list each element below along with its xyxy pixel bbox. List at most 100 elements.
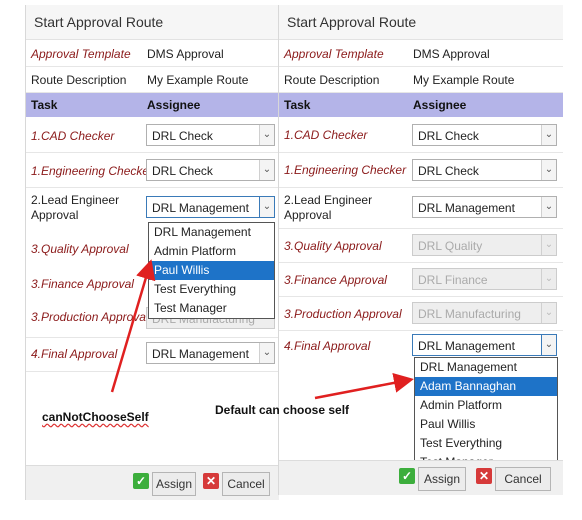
- assignee-select: DRL Finance ⌄: [412, 268, 557, 290]
- assignee-column-header: Assignee: [413, 98, 467, 112]
- task-column-header: Task: [31, 98, 58, 112]
- dropdown-option[interactable]: DRL Management: [415, 358, 557, 377]
- task-label: 3.Finance Approval: [31, 277, 134, 291]
- task-row: 1.Engineering Checker DRL Check ⌄: [26, 153, 279, 188]
- assignee-select-value: DRL Management: [418, 339, 515, 353]
- route-description-label: Route Description: [31, 73, 127, 87]
- dropdown-option[interactable]: Test Everything: [415, 434, 557, 453]
- assignee-select-value: DRL Check: [152, 129, 213, 143]
- task-label-line2: Approval: [284, 208, 332, 222]
- dropdown-option[interactable]: Paul Willis: [415, 415, 557, 434]
- approval-template-value: DMS Approval: [413, 47, 490, 61]
- task-row: 2.Lead Engineer Approval DRL Management …: [279, 188, 563, 229]
- chevron-down-icon: ⌄: [541, 335, 556, 355]
- assignee-select-value: DRL Finance: [418, 273, 488, 287]
- panel-footer: ✓ Assign ✕ Cancel: [279, 460, 563, 495]
- assignee-select[interactable]: DRL Check ⌄: [412, 124, 557, 146]
- cancel-button[interactable]: Cancel: [495, 467, 551, 491]
- check-icon[interactable]: ✓: [399, 468, 415, 484]
- assignee-select-value: DRL Management: [152, 347, 249, 361]
- panel-title: Start Approval Route: [279, 5, 563, 40]
- task-label: 1.Engineering Checker: [31, 164, 154, 178]
- route-description-label: Route Description: [284, 73, 380, 87]
- assignee-select[interactable]: DRL Management ⌄: [412, 196, 557, 218]
- chevron-down-icon: ⌄: [541, 235, 556, 255]
- approval-template-row: Approval Template DMS Approval: [26, 40, 279, 67]
- chevron-down-icon: ⌄: [259, 197, 274, 217]
- assignee-select[interactable]: DRL Management ⌄: [146, 342, 275, 364]
- task-row: 1.CAD Checker DRL Check ⌄: [26, 118, 279, 153]
- assign-button[interactable]: Assign: [152, 472, 196, 496]
- assignee-select-value: DRL Management: [418, 201, 515, 215]
- chevron-down-icon: ⌄: [541, 303, 556, 323]
- task-row: 1.Engineering Checker DRL Check ⌄: [279, 153, 563, 188]
- chevron-down-icon: ⌄: [541, 125, 556, 145]
- chevron-down-icon: ⌄: [259, 125, 274, 145]
- panel-title: Start Approval Route: [26, 5, 279, 40]
- dropdown-option-selected[interactable]: Adam Bannaghan: [415, 377, 557, 396]
- task-label: 1.CAD Checker: [31, 129, 115, 143]
- dropdown-option[interactable]: Admin Platform: [149, 242, 274, 261]
- assignee-column-header: Assignee: [147, 98, 201, 112]
- task-label-line1: 2.Lead Engineer: [284, 193, 373, 207]
- dropdown-option-selected[interactable]: Paul Willis: [149, 261, 274, 280]
- dropdown-option[interactable]: Admin Platform: [415, 396, 557, 415]
- assignee-select: DRL Quality ⌄: [412, 234, 557, 256]
- chevron-down-icon: ⌄: [259, 343, 274, 363]
- task-table-header: Task Assignee: [26, 93, 279, 117]
- task-label-line1: 2.Lead Engineer: [31, 193, 120, 207]
- task-label: 3.Finance Approval: [284, 273, 387, 287]
- left-approval-panel: Start Approval Route Approval Template D…: [25, 5, 279, 500]
- task-row: 4.Final Approval DRL Management ⌄: [26, 337, 279, 372]
- task-row: 3.Quality Approval DRL Quality ⌄: [279, 229, 563, 263]
- task-column-header: Task: [284, 98, 311, 112]
- x-icon[interactable]: ✕: [476, 468, 492, 484]
- assignee-select[interactable]: DRL Management ⌄: [412, 334, 557, 356]
- dropdown-option[interactable]: Test Manager: [149, 299, 274, 318]
- chevron-down-icon: ⌄: [541, 160, 556, 180]
- assignee-select-value: DRL Check: [418, 164, 479, 178]
- approval-template-label: Approval Template: [284, 47, 384, 61]
- task-label-line2: Approval: [31, 208, 79, 222]
- assignee-select[interactable]: DRL Management ⌄: [146, 196, 275, 218]
- assignee-select: DRL Manufacturing ⌄: [412, 302, 557, 324]
- approval-template-value: DMS Approval: [147, 47, 224, 61]
- task-row: 1.CAD Checker DRL Check ⌄: [279, 118, 563, 153]
- route-description-row: Route Description My Example Route: [26, 66, 279, 93]
- task-row: 2.Lead Engineer Approval DRL Management …: [26, 188, 279, 226]
- task-label: 1.Engineering Checker: [284, 163, 407, 177]
- task-label: 3.Quality Approval: [284, 239, 382, 253]
- task-row: 3.Finance Approval DRL Finance ⌄: [279, 263, 563, 297]
- task-label: 3.Production Approva: [31, 310, 146, 324]
- panel-footer: ✓ Assign ✕ Cancel: [26, 465, 279, 500]
- route-description-row: Route Description My Example Route: [279, 66, 563, 93]
- task-row: 3.Production Approval DRL Manufacturing …: [279, 297, 563, 331]
- task-label: 4.Final Approval: [284, 339, 371, 353]
- cancel-button[interactable]: Cancel: [222, 472, 270, 496]
- annotation-right: Default can choose self: [215, 403, 350, 417]
- task-label: 1.CAD Checker: [284, 128, 368, 142]
- x-icon[interactable]: ✕: [203, 473, 219, 489]
- assignee-select[interactable]: DRL Check ⌄: [412, 159, 557, 181]
- task-label: 4.Final Approval: [31, 347, 118, 361]
- chevron-down-icon: ⌄: [259, 160, 274, 180]
- check-icon[interactable]: ✓: [133, 473, 149, 489]
- chevron-down-icon: ⌄: [541, 197, 556, 217]
- assignee-select-value: DRL Check: [152, 164, 213, 178]
- approval-template-label: Approval Template: [31, 47, 131, 61]
- assignee-select-value: DRL Quality: [418, 239, 483, 253]
- assignee-select-value: DRL Check: [418, 129, 479, 143]
- dropdown-option[interactable]: DRL Management: [149, 223, 274, 242]
- route-description-value: My Example Route: [147, 73, 249, 87]
- task-table-header: Task Assignee: [279, 93, 563, 117]
- assignee-select[interactable]: DRL Check ⌄: [146, 124, 275, 146]
- dropdown-option[interactable]: Test Everything: [149, 280, 274, 299]
- assignee-select[interactable]: DRL Check ⌄: [146, 159, 275, 181]
- assignee-select-value: DRL Manufacturing: [418, 307, 521, 321]
- assignee-dropdown-list: DRL Management Admin Platform Paul Willi…: [148, 222, 275, 319]
- assign-button[interactable]: Assign: [418, 467, 466, 491]
- assignee-dropdown-list: DRL Management Adam Bannaghan Admin Plat…: [414, 357, 558, 473]
- annotation-left: canNotChooseSelf: [42, 410, 149, 424]
- right-approval-panel: Start Approval Route Approval Template D…: [278, 5, 563, 495]
- assignee-select-value: DRL Management: [152, 201, 249, 215]
